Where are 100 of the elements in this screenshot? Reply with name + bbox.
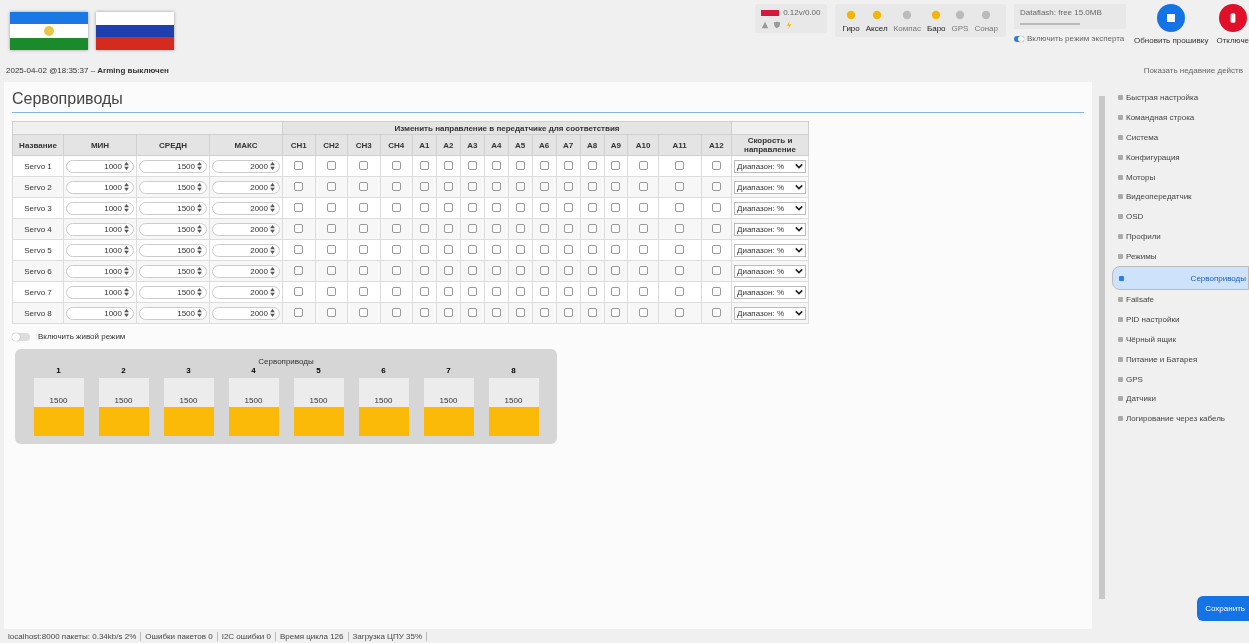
checkbox[interactable] (587, 223, 597, 233)
checkbox[interactable] (611, 223, 621, 233)
checkbox[interactable] (391, 160, 401, 170)
checkbox[interactable] (563, 265, 573, 275)
checkbox[interactable] (419, 202, 429, 212)
number-input[interactable]: 1000 (66, 264, 134, 278)
sidebar-item[interactable]: Чёрный ящик (1112, 329, 1249, 350)
recent-actions-link[interactable]: Показать недавние действ (1143, 65, 1243, 75)
checkbox[interactable] (467, 265, 477, 275)
checkbox[interactable] (539, 181, 549, 191)
checkbox[interactable] (611, 160, 621, 170)
checkbox[interactable] (443, 244, 453, 254)
sidebar-item[interactable]: Датчики (1112, 388, 1249, 409)
checkbox[interactable] (359, 265, 369, 275)
number-input[interactable]: 2000 (212, 306, 280, 320)
spinner-arrows-icon[interactable] (197, 288, 202, 296)
spinner-arrows-icon[interactable] (197, 246, 202, 254)
checkbox[interactable] (675, 223, 685, 233)
number-input[interactable]: 1500 (139, 264, 207, 278)
checkbox[interactable] (539, 286, 549, 296)
rate-dropdown[interactable]: Диапазон: % (734, 264, 806, 278)
checkbox[interactable] (611, 286, 621, 296)
checkbox[interactable] (294, 265, 304, 275)
sidebar-item[interactable]: Логирование через кабель (1112, 408, 1249, 429)
checkbox[interactable] (587, 307, 597, 317)
rate-dropdown[interactable]: Диапазон: % (734, 306, 806, 320)
checkbox[interactable] (443, 181, 453, 191)
checkbox[interactable] (391, 307, 401, 317)
rate-dropdown[interactable]: Диапазон: % (734, 243, 806, 257)
checkbox[interactable] (491, 202, 501, 212)
checkbox[interactable] (675, 181, 685, 191)
checkbox[interactable] (638, 307, 648, 317)
sidebar-item[interactable]: Failsafe (1112, 289, 1249, 310)
checkbox[interactable] (539, 223, 549, 233)
checkbox[interactable] (515, 307, 525, 317)
checkbox[interactable] (359, 181, 369, 191)
sidebar-item[interactable]: PID настройки (1112, 309, 1249, 330)
spinner-arrows-icon[interactable] (270, 204, 275, 212)
number-input[interactable]: 1000 (66, 222, 134, 236)
checkbox[interactable] (539, 307, 549, 317)
checkbox[interactable] (587, 244, 597, 254)
checkbox[interactable] (675, 244, 685, 254)
checkbox[interactable] (467, 307, 477, 317)
checkbox[interactable] (711, 160, 721, 170)
checkbox[interactable] (443, 202, 453, 212)
checkbox[interactable] (419, 307, 429, 317)
live-mode-toggle[interactable] (12, 332, 30, 341)
checkbox[interactable] (359, 223, 369, 233)
checkbox[interactable] (294, 286, 304, 296)
number-input[interactable]: 1500 (139, 159, 207, 173)
checkbox[interactable] (638, 202, 648, 212)
checkbox[interactable] (611, 244, 621, 254)
sidebar-item[interactable]: GPS (1112, 369, 1249, 389)
checkbox[interactable] (638, 223, 648, 233)
checkbox[interactable] (419, 265, 429, 275)
checkbox[interactable] (419, 244, 429, 254)
checkbox[interactable] (467, 244, 477, 254)
number-input[interactable]: 1000 (66, 306, 134, 320)
rate-dropdown[interactable]: Диапазон: % (734, 285, 806, 299)
checkbox[interactable] (587, 202, 597, 212)
sidebar-item[interactable]: Профили (1112, 226, 1249, 247)
checkbox[interactable] (294, 181, 304, 191)
checkbox[interactable] (294, 202, 304, 212)
checkbox[interactable] (711, 202, 721, 212)
spinner-arrows-icon[interactable] (270, 162, 275, 170)
checkbox[interactable] (711, 286, 721, 296)
checkbox[interactable] (638, 181, 648, 191)
number-input[interactable]: 1000 (66, 243, 134, 257)
checkbox[interactable] (539, 160, 549, 170)
checkbox[interactable] (326, 223, 336, 233)
checkbox[interactable] (391, 265, 401, 275)
checkbox[interactable] (443, 286, 453, 296)
rate-dropdown[interactable]: Диапазон: % (734, 159, 806, 173)
spinner-arrows-icon[interactable] (270, 225, 275, 233)
spinner-arrows-icon[interactable] (197, 309, 202, 317)
spinner-arrows-icon[interactable] (197, 204, 202, 212)
checkbox[interactable] (587, 160, 597, 170)
checkbox[interactable] (491, 181, 501, 191)
number-input[interactable]: 1500 (139, 306, 207, 320)
checkbox[interactable] (711, 223, 721, 233)
checkbox[interactable] (491, 307, 501, 317)
number-input[interactable]: 1500 (139, 243, 207, 257)
number-input[interactable]: 2000 (212, 201, 280, 215)
number-input[interactable]: 2000 (212, 159, 280, 173)
number-input[interactable]: 2000 (212, 222, 280, 236)
checkbox[interactable] (467, 223, 477, 233)
checkbox[interactable] (359, 307, 369, 317)
rate-dropdown[interactable]: Диапазон: % (734, 201, 806, 215)
checkbox[interactable] (359, 286, 369, 296)
spinner-arrows-icon[interactable] (124, 183, 129, 191)
sidebar-item[interactable]: OSD (1112, 206, 1249, 227)
checkbox[interactable] (563, 160, 573, 170)
spinner-arrows-icon[interactable] (124, 267, 129, 275)
checkbox[interactable] (539, 244, 549, 254)
checkbox[interactable] (587, 181, 597, 191)
number-input[interactable]: 2000 (212, 285, 280, 299)
checkbox[interactable] (326, 160, 336, 170)
checkbox[interactable] (467, 286, 477, 296)
checkbox[interactable] (711, 307, 721, 317)
checkbox[interactable] (587, 265, 597, 275)
